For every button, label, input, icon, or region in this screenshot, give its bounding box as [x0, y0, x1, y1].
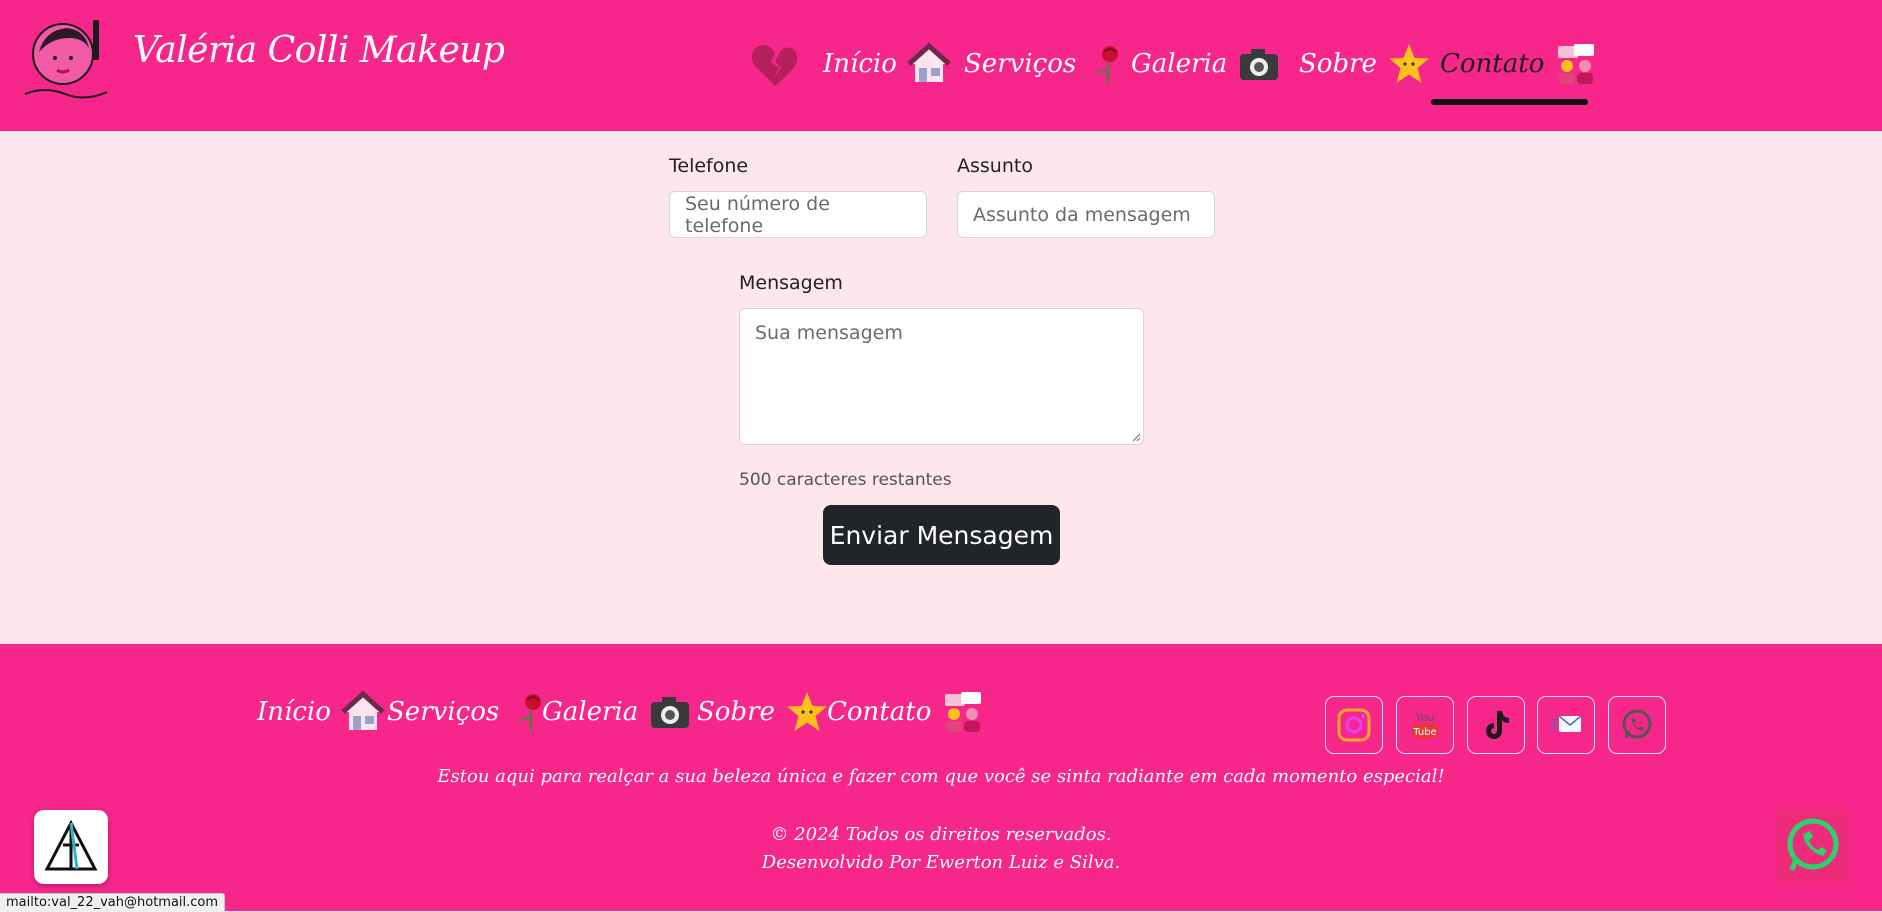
active-nav-indicator — [1431, 99, 1588, 105]
subject-input[interactable]: Assunto da mensagem — [957, 191, 1215, 238]
footer-nav-sobre[interactable]: Sobre — [697, 690, 829, 734]
message-textarea[interactable]: Sua mensagem — [739, 308, 1144, 445]
link-status-bar: mailto:val_22_vah@hotmail.com — [0, 893, 226, 912]
footer-nav-servicos[interactable]: Serviços — [387, 690, 553, 734]
footer-nav-label: Galeria — [542, 697, 639, 727]
message-placeholder: Sua mensagem — [755, 322, 903, 344]
footer-nav-contato[interactable]: Contato — [827, 690, 985, 734]
subject-label: Assunto — [957, 155, 1033, 177]
nav-servicos[interactable]: Serviços — [964, 44, 1130, 84]
instagram-link[interactable] — [1325, 696, 1383, 754]
whatsapp-float-button[interactable] — [1775, 809, 1849, 883]
star-icon — [785, 690, 829, 734]
nav-sobre[interactable]: Sobre — [1299, 44, 1431, 84]
nav-label: Serviços — [964, 49, 1077, 79]
broken-heart-icon — [749, 40, 801, 92]
tiktok-link[interactable] — [1467, 696, 1525, 754]
nav-label: Galeria — [1131, 49, 1228, 79]
email-icon — [1550, 715, 1582, 732]
footer-nav-galeria[interactable]: Galeria — [542, 690, 692, 734]
nav-label: Início — [823, 49, 897, 79]
top-navbar: Valéria Colli Makeup Início Serviços Gal… — [0, 0, 1882, 131]
send-message-button[interactable]: Enviar Mensagem — [823, 505, 1060, 565]
camera-icon — [1237, 42, 1281, 86]
accessibility-icon — [44, 819, 98, 871]
copyright-text: © 2024 Todos os direitos reservados. — [770, 824, 1112, 845]
brand-name[interactable]: Valéria Colli Makeup — [133, 30, 505, 71]
whatsapp-link[interactable] — [1608, 696, 1666, 754]
svg-text:Tube: Tube — [1412, 727, 1436, 738]
whatsapp-icon — [1787, 818, 1839, 871]
footer-nav-inicio[interactable]: Início — [257, 690, 385, 734]
footer-nav-label: Sobre — [697, 697, 775, 727]
house-icon — [907, 42, 951, 86]
char-counter: 500 caracteres restantes — [739, 470, 952, 490]
instagram-icon — [1337, 708, 1371, 742]
svg-text:You: You — [1415, 711, 1435, 724]
phone-label: Telefone — [669, 155, 749, 177]
youtube-link[interactable]: You Tube — [1396, 696, 1454, 754]
people-chat-icon — [941, 690, 985, 734]
house-icon — [341, 690, 385, 734]
footer-nav-label: Início — [257, 697, 331, 727]
developer-credit: Desenvolvido Por Ewerton Luiz e Silva. — [761, 852, 1121, 873]
rose-icon — [1086, 42, 1130, 86]
phone-input[interactable]: Seu número de telefone — [669, 191, 927, 238]
camera-icon — [648, 690, 692, 734]
people-chat-icon — [1554, 42, 1598, 86]
footer-nav-label: Contato — [827, 697, 932, 727]
nav-galeria[interactable]: Galeria — [1131, 44, 1281, 84]
footer-nav-label: Serviços — [387, 697, 500, 727]
nav-label: Sobre — [1299, 49, 1377, 79]
whatsapp-icon — [1622, 709, 1652, 739]
accessibility-button[interactable] — [34, 810, 108, 884]
nav-contato[interactable]: Contato — [1440, 44, 1598, 84]
email-link[interactable] — [1537, 696, 1595, 754]
nav-label: Contato — [1440, 49, 1545, 79]
youtube-icon: You Tube — [1412, 711, 1438, 738]
nav-inicio[interactable]: Início — [823, 42, 951, 86]
tiktok-icon — [1486, 711, 1509, 739]
resize-handle-icon[interactable] — [1131, 432, 1141, 442]
star-icon — [1387, 42, 1431, 86]
brand-logo[interactable] — [19, 14, 113, 108]
message-label: Mensagem — [739, 272, 843, 294]
footer-tagline: Estou aqui para realçar a sua beleza úni… — [437, 766, 1445, 787]
